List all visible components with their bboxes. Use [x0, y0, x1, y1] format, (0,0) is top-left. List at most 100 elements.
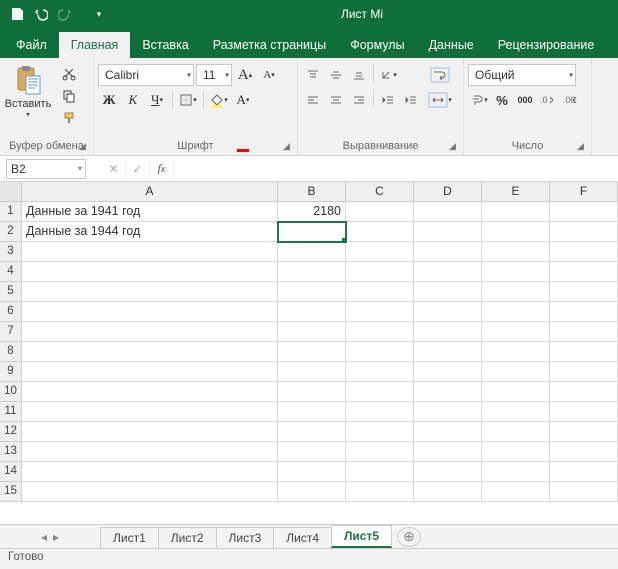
name-box[interactable]: B2▾	[6, 159, 86, 179]
font-launcher-icon[interactable]: ◢	[283, 141, 295, 153]
align-left-icon[interactable]	[302, 89, 324, 111]
cell-F8[interactable]	[550, 342, 618, 362]
cell-C10[interactable]	[346, 382, 414, 402]
indent-decrease-icon[interactable]	[377, 89, 399, 111]
align-center-icon[interactable]	[325, 89, 347, 111]
comma-style-icon[interactable]: 000	[514, 89, 536, 111]
cell-E14[interactable]	[482, 462, 550, 482]
row-header[interactable]: 7	[0, 322, 22, 342]
alignment-launcher-icon[interactable]: ◢	[449, 141, 461, 153]
cell-D4[interactable]	[414, 262, 482, 282]
row-header[interactable]: 11	[0, 402, 22, 422]
cut-icon[interactable]	[58, 64, 80, 84]
cell-A7[interactable]	[22, 322, 278, 342]
cell-A6[interactable]	[22, 302, 278, 322]
grow-font-icon[interactable]: A▴	[234, 64, 256, 86]
cell-F1[interactable]	[550, 202, 618, 222]
cell-F11[interactable]	[550, 402, 618, 422]
cell-E3[interactable]	[482, 242, 550, 262]
font-size-combo[interactable]: 11▾	[196, 64, 232, 86]
cell-B4[interactable]	[278, 262, 346, 282]
redo-icon[interactable]	[54, 3, 76, 25]
sheet-nav-next-icon[interactable]: ▸	[53, 530, 59, 544]
cell-B2[interactable]	[278, 222, 346, 242]
cell-A14[interactable]	[22, 462, 278, 482]
underline-button[interactable]: Ч▾	[146, 89, 168, 111]
cell-D7[interactable]	[414, 322, 482, 342]
cell-C12[interactable]	[346, 422, 414, 442]
tab-data[interactable]: Данные	[417, 32, 486, 58]
formula-input[interactable]	[174, 159, 618, 179]
cell-A2[interactable]: Данные за 1944 год	[22, 222, 278, 242]
cell-E12[interactable]	[482, 422, 550, 442]
cell-F12[interactable]	[550, 422, 618, 442]
cell-A15[interactable]	[22, 482, 278, 502]
cell-F2[interactable]	[550, 222, 618, 242]
cell-D3[interactable]	[414, 242, 482, 262]
cell-F9[interactable]	[550, 362, 618, 382]
cell-C11[interactable]	[346, 402, 414, 422]
accept-formula-icon[interactable]: ✓	[126, 159, 150, 179]
cell-B6[interactable]	[278, 302, 346, 322]
row-header[interactable]: 14	[0, 462, 22, 482]
cell-E6[interactable]	[482, 302, 550, 322]
wrap-text-icon[interactable]	[426, 64, 454, 86]
cell-E15[interactable]	[482, 482, 550, 502]
cell-C15[interactable]	[346, 482, 414, 502]
tab-formulas[interactable]: Формулы	[338, 32, 416, 58]
font-name-combo[interactable]: Calibri▾	[98, 64, 194, 86]
orientation-icon[interactable]: ▾	[377, 64, 399, 86]
sheet-tab[interactable]: Лист3	[216, 527, 275, 548]
cell-A4[interactable]	[22, 262, 278, 282]
align-top-icon[interactable]	[302, 64, 324, 86]
copy-icon[interactable]	[58, 86, 80, 106]
cell-B14[interactable]	[278, 462, 346, 482]
tab-home[interactable]: Главная	[59, 32, 131, 58]
paste-button[interactable]: Вставить ▾	[4, 60, 52, 119]
cell-E2[interactable]	[482, 222, 550, 242]
cell-F5[interactable]	[550, 282, 618, 302]
cell-B1[interactable]: 2180	[278, 202, 346, 222]
cell-B15[interactable]	[278, 482, 346, 502]
borders-icon[interactable]: ▾	[177, 89, 199, 111]
sheet-nav-prev-icon[interactable]: ◂	[41, 530, 47, 544]
cell-A10[interactable]	[22, 382, 278, 402]
cell-F13[interactable]	[550, 442, 618, 462]
cell-B10[interactable]	[278, 382, 346, 402]
cell-C9[interactable]	[346, 362, 414, 382]
column-header-F[interactable]: F	[550, 182, 618, 201]
fx-icon[interactable]: fx	[150, 159, 174, 179]
cell-D12[interactable]	[414, 422, 482, 442]
cell-A1[interactable]: Данные за 1941 год	[22, 202, 278, 222]
format-painter-icon[interactable]	[58, 108, 80, 128]
cell-C13[interactable]	[346, 442, 414, 462]
column-header-C[interactable]: C	[346, 182, 414, 201]
cell-D15[interactable]	[414, 482, 482, 502]
column-header-E[interactable]: E	[482, 182, 550, 201]
cell-D6[interactable]	[414, 302, 482, 322]
cell-E10[interactable]	[482, 382, 550, 402]
sheet-tab[interactable]: Лист1	[100, 527, 159, 548]
row-header[interactable]: 4	[0, 262, 22, 282]
number-launcher-icon[interactable]: ◢	[577, 141, 589, 153]
row-header[interactable]: 15	[0, 482, 22, 502]
cell-A9[interactable]	[22, 362, 278, 382]
cell-B9[interactable]	[278, 362, 346, 382]
sheet-tab[interactable]: Лист5	[331, 525, 392, 548]
cell-D14[interactable]	[414, 462, 482, 482]
cell-D8[interactable]	[414, 342, 482, 362]
cell-C1[interactable]	[346, 202, 414, 222]
cell-F7[interactable]	[550, 322, 618, 342]
cell-B8[interactable]	[278, 342, 346, 362]
qat-customize-icon[interactable]: ▾	[88, 3, 110, 25]
cell-B12[interactable]	[278, 422, 346, 442]
cell-C2[interactable]	[346, 222, 414, 242]
bold-button[interactable]: Ж	[98, 89, 120, 111]
cell-E8[interactable]	[482, 342, 550, 362]
align-bottom-icon[interactable]	[348, 64, 370, 86]
cell-F14[interactable]	[550, 462, 618, 482]
cell-E13[interactable]	[482, 442, 550, 462]
row-header[interactable]: 9	[0, 362, 22, 382]
column-header-A[interactable]: A	[22, 182, 278, 201]
select-all-corner[interactable]	[0, 182, 22, 201]
